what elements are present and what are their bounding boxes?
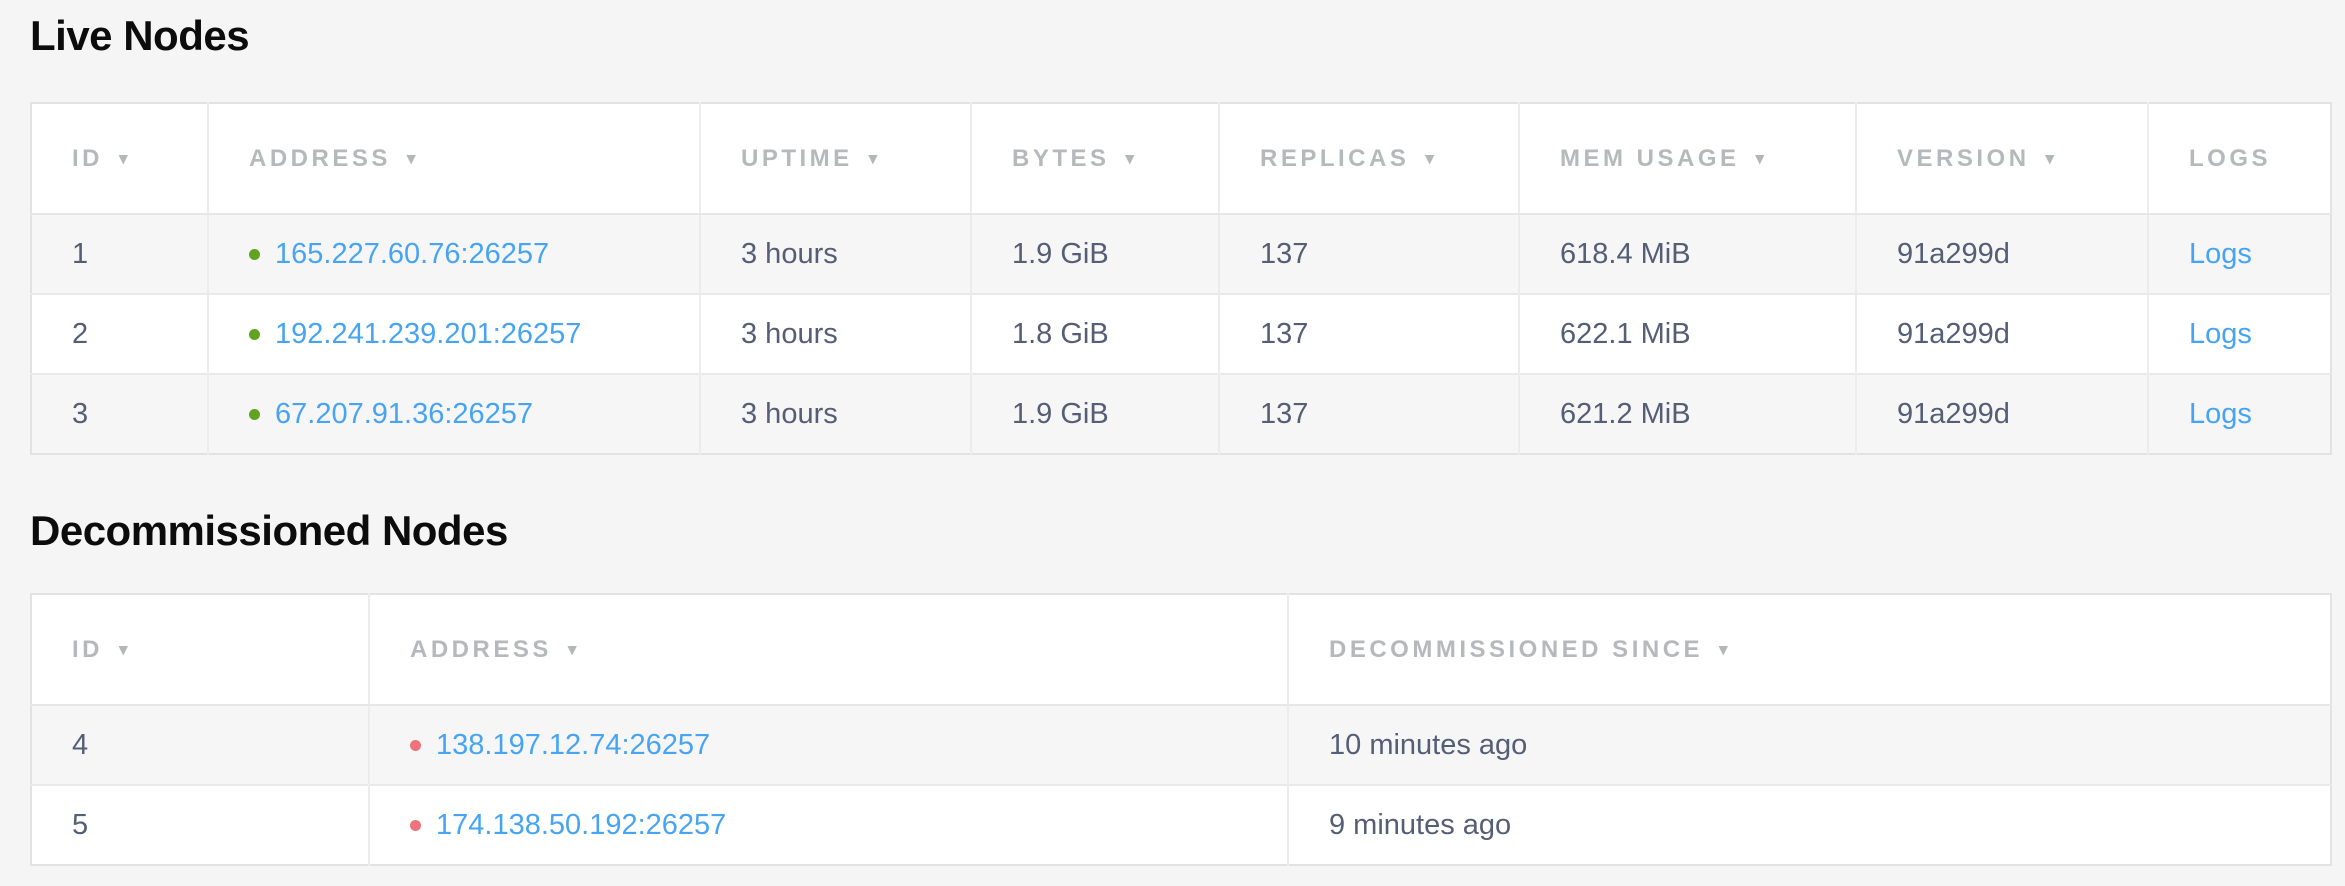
- column-header-address[interactable]: ADDRESS▾: [369, 594, 1288, 705]
- node-uptime-cell: 3 hours: [700, 214, 971, 294]
- column-header-replicas[interactable]: REPLICAS▾: [1219, 103, 1519, 214]
- node-bytes-cell: 1.9 GiB: [971, 374, 1219, 454]
- node-address-link[interactable]: 165.227.60.76:26257: [275, 238, 549, 270]
- node-row: 1 165.227.60.76:26257 3 hours 1.9 GiB 13…: [31, 214, 2331, 294]
- node-live-status-icon: [249, 409, 260, 420]
- node-id-cell: 3: [31, 374, 208, 454]
- node-row: 5 174.138.50.192:26257 9 minutes ago: [31, 785, 2331, 865]
- node-address-cell: 174.138.50.192:26257: [369, 785, 1288, 865]
- node-bytes-cell: 1.9 GiB: [971, 214, 1219, 294]
- node-decommissioned-status-icon: [410, 820, 421, 831]
- sort-arrow-icon: ▾: [119, 640, 128, 660]
- column-header-mem-usage[interactable]: MEM USAGE▾: [1519, 103, 1856, 214]
- node-mem-usage-cell: 621.2 MiB: [1519, 374, 1856, 454]
- node-address-link[interactable]: 67.207.91.36:26257: [275, 398, 533, 430]
- node-decommissioned-since-cell: 9 minutes ago: [1288, 785, 2331, 865]
- node-address-cell: 67.207.91.36:26257: [208, 374, 700, 454]
- node-row: 2 192.241.239.201:26257 3 hours 1.8 GiB …: [31, 294, 2331, 374]
- column-header-uptime[interactable]: UPTIME▾: [700, 103, 971, 214]
- column-header-bytes[interactable]: BYTES▾: [971, 103, 1219, 214]
- column-header-decommissioned-since[interactable]: DECOMMISSIONED SINCE▾: [1288, 594, 2331, 705]
- node-address-cell: 165.227.60.76:26257: [208, 214, 700, 294]
- live-header-row: ID▾ ADDRESS▾ UPTIME▾ BYTES▾ REPLICAS▾ ME…: [31, 103, 2331, 214]
- node-row: 4 138.197.12.74:26257 10 minutes ago: [31, 705, 2331, 785]
- node-mem-usage-cell: 622.1 MiB: [1519, 294, 1856, 374]
- node-address-cell: 192.241.239.201:26257: [208, 294, 700, 374]
- nodes-page: Live Nodes ID▾ ADDRESS▾ UPTIME▾ BYTES▾ R…: [0, 0, 2345, 866]
- node-row: 3 67.207.91.36:26257 3 hours 1.9 GiB 137…: [31, 374, 2331, 454]
- node-logs-link[interactable]: Logs: [2189, 398, 2252, 430]
- sort-arrow-icon: ▾: [869, 149, 878, 169]
- decommissioned-header-row: ID▾ ADDRESS▾ DECOMMISSIONED SINCE▾: [31, 594, 2331, 705]
- node-mem-usage-cell: 618.4 MiB: [1519, 214, 1856, 294]
- node-replicas-cell: 137: [1219, 294, 1519, 374]
- node-id-cell: 2: [31, 294, 208, 374]
- sort-arrow-icon: ▾: [1756, 149, 1765, 169]
- column-header-id[interactable]: ID▾: [31, 594, 369, 705]
- node-id-cell: 5: [31, 785, 369, 865]
- node-address-link[interactable]: 174.138.50.192:26257: [436, 809, 726, 841]
- node-uptime-cell: 3 hours: [700, 294, 971, 374]
- sort-arrow-icon: ▾: [1126, 149, 1135, 169]
- node-logs-link[interactable]: Logs: [2189, 238, 2252, 270]
- sort-arrow-icon: ▾: [1425, 149, 1434, 169]
- decommissioned-nodes-table: ID▾ ADDRESS▾ DECOMMISSIONED SINCE▾ 4 138…: [30, 593, 2332, 866]
- node-id-cell: 1: [31, 214, 208, 294]
- node-version-cell: 91a299d: [1856, 374, 2148, 454]
- node-logs-link[interactable]: Logs: [2189, 318, 2252, 350]
- node-bytes-cell: 1.8 GiB: [971, 294, 1219, 374]
- decommissioned-nodes-title: Decommissioned Nodes: [30, 505, 2330, 557]
- node-address-link[interactable]: 192.241.239.201:26257: [275, 318, 581, 350]
- sort-arrow-icon: ▾: [568, 640, 577, 660]
- node-uptime-cell: 3 hours: [700, 374, 971, 454]
- node-logs-cell: Logs: [2148, 294, 2331, 374]
- column-header-logs: LOGS: [2148, 103, 2331, 214]
- column-header-address[interactable]: ADDRESS▾: [208, 103, 700, 214]
- node-decommissioned-since-cell: 10 minutes ago: [1288, 705, 2331, 785]
- node-logs-cell: Logs: [2148, 374, 2331, 454]
- node-address-cell: 138.197.12.74:26257: [369, 705, 1288, 785]
- node-replicas-cell: 137: [1219, 214, 1519, 294]
- node-logs-cell: Logs: [2148, 214, 2331, 294]
- column-header-version[interactable]: VERSION▾: [1856, 103, 2148, 214]
- node-live-status-icon: [249, 329, 260, 340]
- sort-arrow-icon: ▾: [119, 149, 128, 169]
- node-id-cell: 4: [31, 705, 369, 785]
- node-version-cell: 91a299d: [1856, 294, 2148, 374]
- node-live-status-icon: [249, 249, 260, 260]
- node-version-cell: 91a299d: [1856, 214, 2148, 294]
- node-replicas-cell: 137: [1219, 374, 1519, 454]
- live-nodes-table: ID▾ ADDRESS▾ UPTIME▾ BYTES▾ REPLICAS▾ ME…: [30, 102, 2332, 455]
- live-nodes-title: Live Nodes: [30, 10, 2330, 62]
- node-decommissioned-status-icon: [410, 740, 421, 751]
- node-address-link[interactable]: 138.197.12.74:26257: [436, 729, 710, 761]
- column-header-id[interactable]: ID▾: [31, 103, 208, 214]
- sort-arrow-icon: ▾: [407, 149, 416, 169]
- sort-arrow-icon: ▾: [1719, 640, 1728, 660]
- sort-arrow-icon: ▾: [2046, 149, 2055, 169]
